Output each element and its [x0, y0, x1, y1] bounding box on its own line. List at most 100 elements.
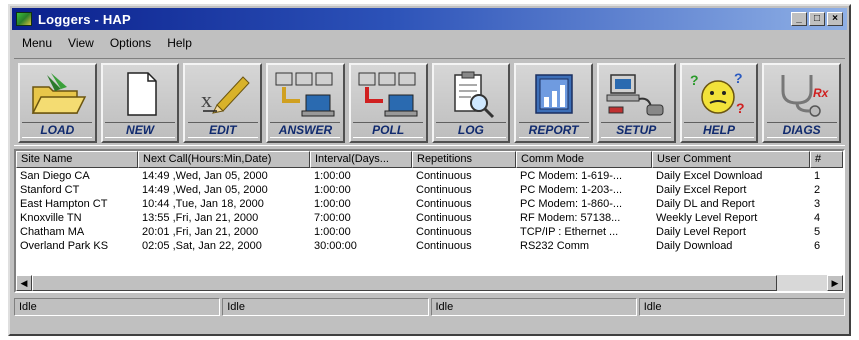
help-button[interactable]: ? ? ? HELP: [679, 63, 759, 143]
menu-options[interactable]: Options: [104, 34, 157, 52]
answer-icon: [275, 72, 335, 117]
folder-open-icon: [32, 73, 87, 114]
menu-help[interactable]: Help: [161, 34, 198, 52]
cell-site-name: Knoxville TN: [20, 212, 82, 224]
diags-button[interactable]: Rx DIAGS: [762, 63, 842, 143]
cell-repetitions: Continuous: [416, 198, 472, 210]
header-repetitions[interactable]: Repetitions: [412, 151, 516, 168]
answer-button[interactable]: ANSWER: [266, 63, 345, 143]
setup-label: SETUP: [601, 122, 672, 138]
pencil-icon: x: [201, 76, 250, 114]
scroll-thumb[interactable]: [32, 275, 777, 291]
menu-menu[interactable]: Menu: [16, 34, 58, 52]
menu-bar: Menu View Options Help: [16, 34, 198, 52]
logger-list: Site Name Next Call(Hours:Min,Date) Inte…: [14, 149, 845, 293]
maximize-icon[interactable]: □: [809, 12, 825, 26]
status-panel: Idle: [14, 298, 221, 316]
table-row[interactable]: Stanford CT 14:49 ,Wed, Jan 05, 2000 1:0…: [16, 183, 843, 197]
cell-next-call: 10:44 ,Tue, Jan 18, 2000: [142, 198, 264, 210]
status-panel: Idle: [638, 298, 845, 316]
cell-site-name: Stanford CT: [20, 184, 80, 196]
cell-repetitions: Continuous: [416, 170, 472, 182]
table-row[interactable]: Overland Park KS 02:05 ,Sat, Jan 22, 200…: [16, 239, 843, 253]
cell-next-call: 02:05 ,Sat, Jan 22, 2000: [142, 240, 262, 252]
clipboard-magnifier-icon: [454, 71, 494, 119]
help-label: HELP: [683, 122, 754, 138]
cell-number: 6: [814, 240, 821, 252]
stethoscope-icon: Rx: [781, 75, 829, 117]
minimize-icon[interactable]: _: [791, 12, 807, 26]
horizontal-scrollbar[interactable]: ◀ ▶: [16, 275, 843, 291]
cell-comm-mode: RF Modem: 57138...: [520, 212, 621, 224]
setup-button[interactable]: SETUP: [596, 63, 676, 143]
cell-interval: 30:00:00: [314, 240, 357, 252]
table-row[interactable]: Chatham MA 20:01 ,Fri, Jan 21, 2000 1:00…: [16, 225, 843, 239]
log-button[interactable]: LOG: [431, 63, 511, 143]
table-row[interactable]: Knoxville TN 13:55 ,Fri, Jan 21, 2000 7:…: [16, 211, 843, 225]
setup-computer-icon: [606, 74, 664, 116]
cell-site-name: East Hampton CT: [20, 198, 108, 210]
log-label: LOG: [435, 122, 506, 138]
cell-next-call: 20:01 ,Fri, Jan 21, 2000: [142, 226, 259, 238]
toolbar: LOAD NEW x EDIT ANSWER POLL LOG REPORT S…: [14, 58, 845, 146]
cell-comm-mode: PC Modem: 1-619-...: [520, 170, 623, 182]
cell-repetitions: Continuous: [416, 212, 472, 224]
list-rows: San Diego CA 14:49 ,Wed, Jan 05, 2000 1:…: [16, 169, 843, 253]
close-icon[interactable]: ×: [827, 12, 843, 26]
svg-text:?: ?: [736, 100, 745, 116]
poll-icon: [358, 72, 418, 117]
cell-site-name: San Diego CA: [20, 170, 90, 182]
status-panel: Idle: [430, 298, 637, 316]
header-number[interactable]: #: [810, 151, 843, 168]
header-interval[interactable]: Interval(Days...: [310, 151, 412, 168]
svg-text:?: ?: [734, 70, 743, 86]
header-next-call[interactable]: Next Call(Hours:Min,Date): [138, 151, 310, 168]
cell-user-comment: Daily Level Report: [656, 226, 746, 238]
cell-number: 3: [814, 198, 821, 210]
new-document-icon: [127, 72, 157, 116]
load-button[interactable]: LOAD: [18, 63, 97, 143]
svg-text:x: x: [201, 87, 212, 112]
new-button[interactable]: NEW: [100, 63, 180, 143]
answer-label: ANSWER: [270, 122, 341, 138]
cell-number: 1: [814, 170, 821, 182]
cell-number: 5: [814, 226, 821, 238]
poll-label: POLL: [353, 122, 424, 138]
scroll-right-icon[interactable]: ▶: [827, 275, 843, 291]
cell-user-comment: Daily Excel Download: [656, 170, 763, 182]
cell-interval: 7:00:00: [314, 212, 351, 224]
scroll-left-icon[interactable]: ◀: [16, 275, 32, 291]
app-window: Loggers - HAP _ □ × Menu View Options He…: [8, 4, 851, 336]
cell-number: 2: [814, 184, 821, 196]
load-label: LOAD: [22, 122, 93, 138]
header-user-comment[interactable]: User Comment: [652, 151, 810, 168]
cell-site-name: Chatham MA: [20, 226, 85, 238]
cell-comm-mode: RS232 Comm: [520, 240, 590, 252]
cell-comm-mode: TCP/IP : Ethernet ...: [520, 226, 619, 238]
diags-label: DIAGS: [766, 122, 837, 138]
new-label: NEW: [105, 122, 176, 138]
cell-interval: 1:00:00: [314, 184, 351, 196]
menu-view[interactable]: View: [62, 34, 100, 52]
cell-repetitions: Continuous: [416, 226, 472, 238]
cell-site-name: Overland Park KS: [20, 240, 109, 252]
smiley-help-icon: ? ? ?: [690, 70, 745, 116]
edit-button[interactable]: x EDIT: [183, 63, 263, 143]
scroll-track[interactable]: [777, 275, 827, 291]
app-icon: [16, 12, 32, 26]
report-button[interactable]: REPORT: [514, 63, 593, 143]
table-row[interactable]: East Hampton CT 10:44 ,Tue, Jan 18, 2000…: [16, 197, 843, 211]
table-row[interactable]: San Diego CA 14:49 ,Wed, Jan 05, 2000 1:…: [16, 169, 843, 183]
cell-user-comment: Daily Download: [656, 240, 733, 252]
report-icon: [534, 74, 573, 114]
status-bar: Idle Idle Idle Idle: [14, 298, 845, 318]
title-bar[interactable]: Loggers - HAP _ □ ×: [12, 8, 847, 30]
header-comm-mode[interactable]: Comm Mode: [516, 151, 652, 168]
edit-label: EDIT: [187, 122, 258, 138]
poll-button[interactable]: POLL: [348, 63, 428, 143]
header-site-name[interactable]: Site Name: [16, 151, 138, 168]
cell-interval: 1:00:00: [314, 226, 351, 238]
cell-repetitions: Continuous: [416, 240, 472, 252]
cell-comm-mode: PC Modem: 1-860-...: [520, 198, 623, 210]
status-panel: Idle: [222, 298, 429, 316]
